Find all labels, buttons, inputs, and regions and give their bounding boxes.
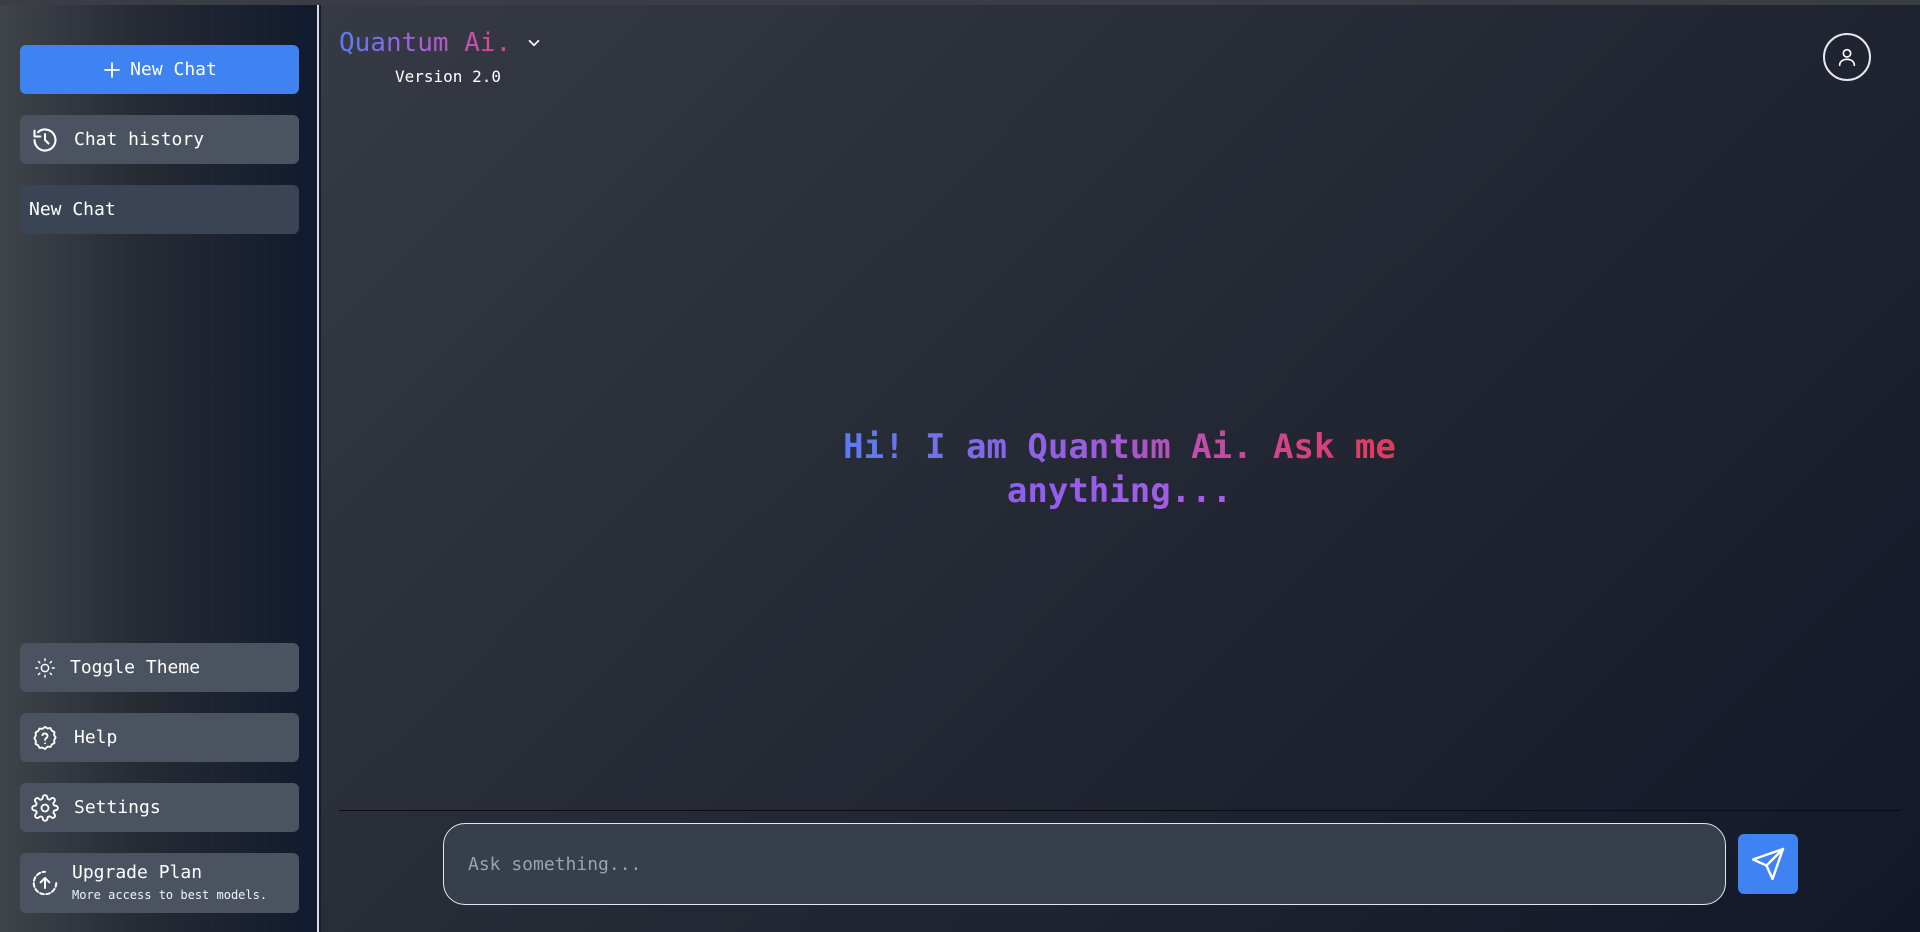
help-button[interactable]: Help: [20, 713, 299, 762]
toggle-theme-label: Toggle Theme: [70, 657, 201, 678]
upgrade-subtitle: More access to best models.: [72, 888, 268, 902]
send-button[interactable]: [1738, 834, 1798, 894]
toggle-theme-button[interactable]: Toggle Theme: [20, 643, 299, 692]
gear-icon: [30, 793, 60, 823]
recent-chat-label: New Chat: [29, 199, 116, 220]
welcome-greeting: Hi! I am Quantum Ai. Ask me anything...: [321, 425, 1918, 513]
send-icon: [1750, 846, 1786, 882]
upgrade-plan-button[interactable]: Upgrade Plan More access to best models.: [20, 853, 299, 913]
chevron-down-icon[interactable]: [525, 34, 543, 52]
version-label: Version 2.0: [395, 67, 501, 86]
settings-button[interactable]: Settings: [20, 783, 299, 832]
recent-chat-item[interactable]: New Chat: [20, 185, 299, 234]
main-panel: Quantum Ai. Version 2.0 Hi! I am Quantum…: [321, 5, 1920, 932]
message-input-container: [443, 823, 1726, 905]
chat-history-button[interactable]: Chat history: [20, 115, 299, 164]
composer-divider: [339, 810, 1901, 811]
user-avatar-button[interactable]: [1823, 33, 1871, 81]
sidebar: New Chat Chat history New Chat Toggle Th…: [0, 5, 319, 932]
settings-label: Settings: [74, 797, 161, 818]
upgrade-text: Upgrade Plan More access to best models.: [72, 862, 267, 904]
upload-circle-icon: [30, 868, 60, 898]
plus-icon: [102, 60, 122, 80]
greeting-line-1: Hi! I am Quantum Ai. Ask me: [843, 427, 1396, 467]
message-input[interactable]: [468, 853, 1725, 875]
brand-title: Quantum Ai.: [339, 28, 512, 58]
greeting-line-2: anything...: [1006, 471, 1233, 511]
new-chat-label: New Chat: [130, 59, 217, 80]
upgrade-title: Upgrade Plan: [72, 862, 203, 883]
chat-history-label: Chat history: [74, 129, 205, 150]
sun-icon: [30, 653, 60, 683]
help-label: Help: [74, 727, 118, 748]
brand-header: Quantum Ai.: [339, 28, 543, 58]
new-chat-button[interactable]: New Chat: [20, 45, 299, 94]
history-icon: [30, 125, 60, 155]
user-icon: [1836, 46, 1858, 68]
help-circle-icon: [30, 723, 60, 753]
